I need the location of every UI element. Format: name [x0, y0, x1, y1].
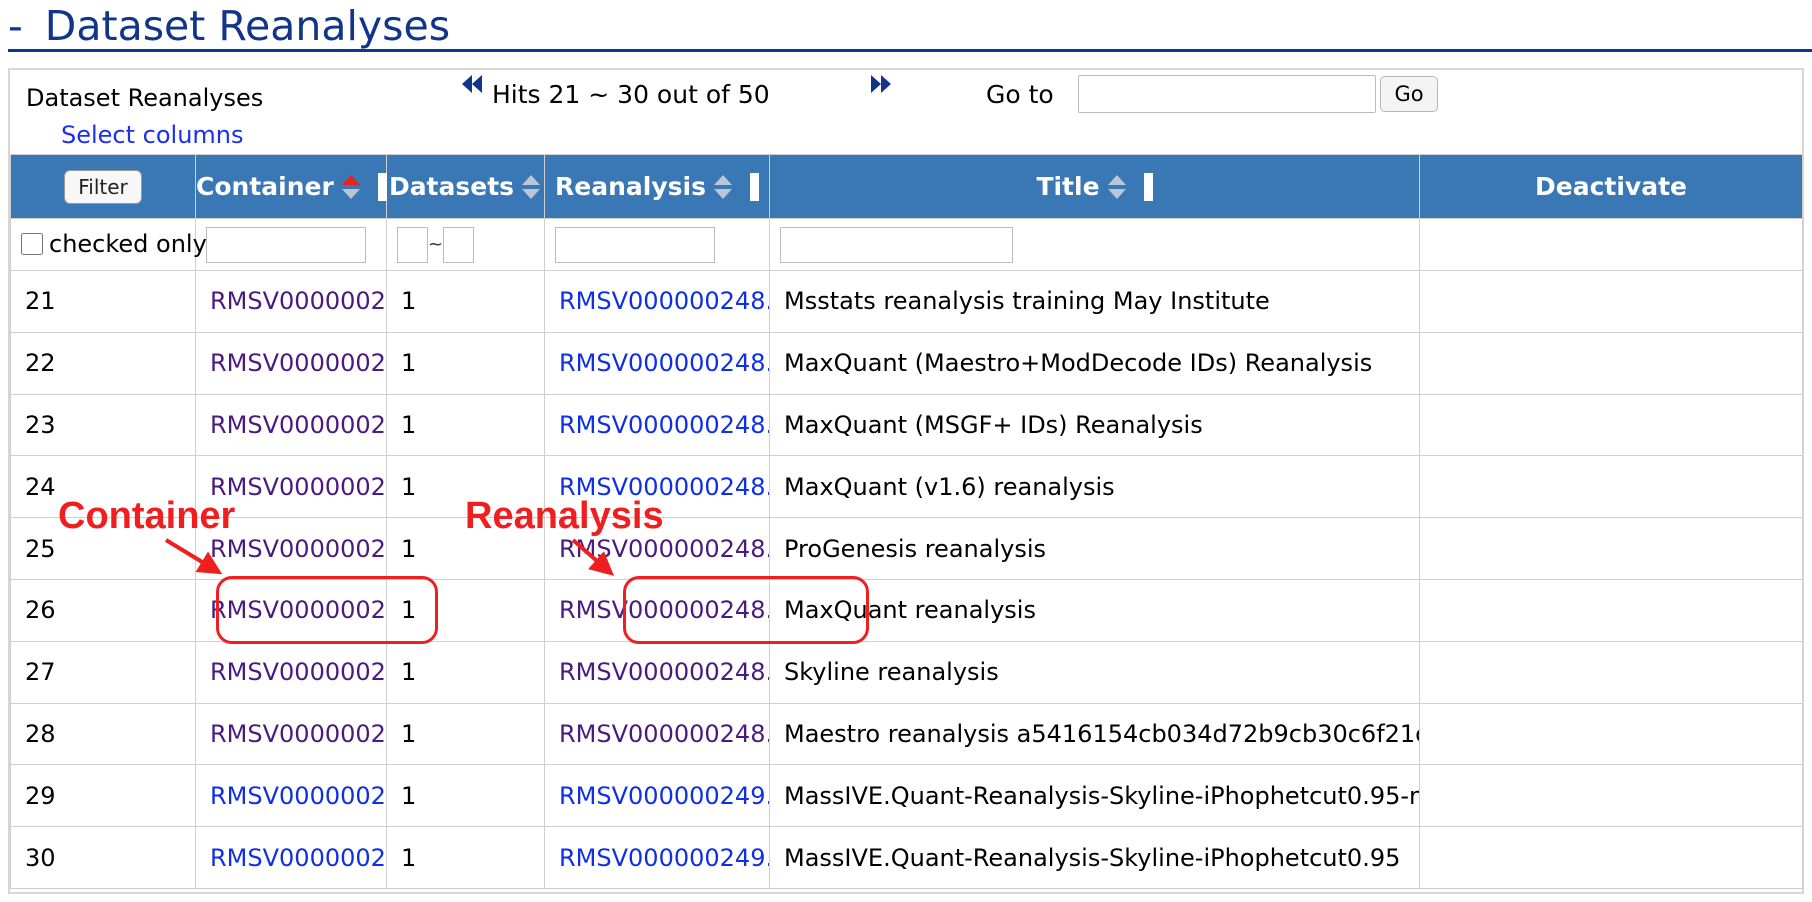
annotation-arrows [164, 538, 615, 576]
reanalysis-arrow [571, 538, 615, 576]
container-arrow [164, 538, 223, 575]
